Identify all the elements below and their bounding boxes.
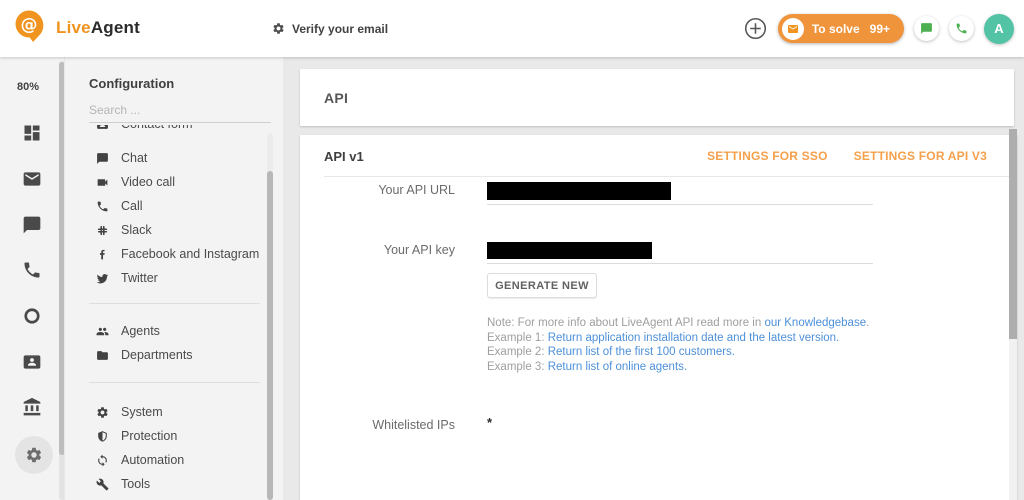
note-line: Example 1: Return application installati…	[487, 331, 869, 346]
section-title: API v1	[324, 149, 707, 164]
phone-icon	[96, 200, 109, 213]
list-divider	[89, 382, 260, 383]
sidebar-item-facebook-instagram[interactable]: Facebook and Instagram	[65, 242, 272, 266]
envelope-icon	[787, 23, 799, 35]
contact-card-icon[interactable]	[22, 352, 42, 372]
sidebar-item-twitter[interactable]: Twitter	[65, 266, 272, 290]
sidebar-item-protection[interactable]: Protection	[65, 424, 272, 448]
people-icon	[96, 325, 109, 338]
chat-bubble-icon	[920, 22, 933, 35]
api-key-value-redacted	[487, 242, 652, 259]
dashboard-icon[interactable]	[22, 123, 42, 143]
assignment-icon	[96, 125, 109, 131]
verify-email-label: Verify your email	[292, 22, 388, 36]
config-scrollbar-thumb[interactable]	[267, 171, 273, 500]
status-ring-icon[interactable]	[22, 306, 42, 326]
gear-icon	[25, 446, 43, 464]
chat-bubble-icon	[96, 152, 109, 165]
sidebar-item-tools[interactable]: Tools	[65, 472, 272, 496]
svg-text:@: @	[21, 15, 38, 35]
page-title: API	[324, 90, 348, 106]
plus-circle-icon	[744, 17, 767, 40]
gear-icon	[272, 22, 285, 35]
liveagent-bubble-icon: @	[13, 8, 50, 48]
folder-icon	[96, 349, 109, 362]
example-2-link[interactable]: Return list of the first 100 customers.	[548, 346, 735, 358]
bank-icon[interactable]	[22, 397, 42, 417]
envelope-badge	[782, 18, 804, 40]
sync-icon	[96, 454, 109, 467]
gear-icon	[96, 406, 109, 419]
sidebar-item-departments[interactable]: Departments	[65, 343, 272, 367]
add-button[interactable]	[743, 16, 768, 41]
settings-nav-selected[interactable]	[15, 436, 53, 474]
to-solve-count: 99+	[870, 22, 890, 36]
sidebar-item-agents[interactable]: Agents	[65, 319, 272, 343]
sidebar-item-chat[interactable]: Chat	[65, 146, 272, 170]
facebook-icon	[96, 248, 109, 261]
knowledgebase-link[interactable]: our Knowledgebase	[764, 317, 866, 329]
note-line: Example 2: Return list of the first 100 …	[487, 345, 869, 360]
generate-new-button[interactable]: GENERATE NEW	[487, 273, 597, 298]
list-item-contact-form-clipped[interactable]: Contact form	[65, 125, 272, 146]
to-solve-label: To solve	[812, 22, 860, 36]
phone-icon	[955, 22, 968, 35]
main-scrollbar-thumb[interactable]	[1009, 129, 1017, 339]
api-url-label: Your API URL	[324, 183, 455, 197]
api-url-input-underline[interactable]	[487, 204, 873, 205]
shield-icon	[96, 430, 109, 443]
icon-sidebar: 80%	[0, 57, 64, 500]
configuration-list: Contact form Chat Video call Call Slack	[65, 125, 272, 496]
page-title-card: API	[300, 69, 1014, 126]
settings-for-sso-link[interactable]: SETTINGS FOR SSO	[707, 149, 828, 163]
example-1-link[interactable]: Return application installation date and…	[548, 332, 840, 344]
to-solve-button[interactable]: To solve 99+	[778, 14, 904, 43]
slack-icon	[96, 224, 109, 237]
videocam-icon	[96, 176, 109, 189]
api-key-input-underline[interactable]	[487, 263, 873, 264]
api-key-label: Your API key	[324, 243, 455, 257]
liveagent-logo[interactable]: @ LiveAgent	[13, 6, 140, 50]
note-line: Note: For more info about LiveAgent API …	[487, 316, 869, 331]
zoom-level[interactable]: 80%	[0, 81, 56, 93]
chat-bubble-icon[interactable]	[22, 215, 42, 235]
verify-email-button[interactable]: Verify your email	[272, 0, 388, 57]
user-avatar[interactable]: A	[984, 14, 1014, 44]
wrench-icon	[96, 478, 109, 491]
twitter-icon	[96, 272, 109, 285]
app-header: @ LiveAgent Verify your email To solve 9…	[0, 0, 1024, 57]
configuration-title: Configuration	[89, 76, 174, 91]
api-url-value-redacted	[487, 182, 671, 200]
section-divider	[324, 176, 1009, 177]
chats-button[interactable]	[914, 16, 939, 41]
sidebar-item-system[interactable]: System	[65, 400, 272, 424]
settings-for-api-v3-link[interactable]: SETTINGS FOR API V3	[854, 149, 987, 163]
whitelisted-ips-value[interactable]: *	[487, 415, 492, 430]
list-divider	[89, 303, 260, 304]
phone-icon[interactable]	[22, 260, 42, 280]
sidebar-item-video-call[interactable]: Video call	[65, 170, 272, 194]
sidebar-item-automation[interactable]: Automation	[65, 448, 272, 472]
sidebar-item-call[interactable]: Call	[65, 194, 272, 218]
whitelisted-ips-label: Whitelisted IPs	[324, 418, 455, 432]
sidebar-item-slack[interactable]: Slack	[65, 218, 272, 242]
mail-icon[interactable]	[22, 169, 42, 189]
brand-text: LiveAgent	[56, 18, 140, 38]
example-3-link[interactable]: Return list of online agents.	[548, 361, 687, 373]
api-notes: Note: For more info about LiveAgent API …	[487, 316, 869, 374]
search-input[interactable]	[89, 98, 265, 122]
configuration-sidebar: Configuration Contact form Chat Video ca…	[64, 57, 283, 500]
search-underline	[89, 122, 271, 123]
api-settings-card: API v1 SETTINGS FOR SSO SETTINGS FOR API…	[300, 135, 1017, 500]
note-line: Example 3: Return list of online agents.	[487, 360, 869, 375]
main-content: API API v1 SETTINGS FOR SSO SETTINGS FOR…	[283, 57, 1024, 500]
calls-button[interactable]	[949, 16, 974, 41]
